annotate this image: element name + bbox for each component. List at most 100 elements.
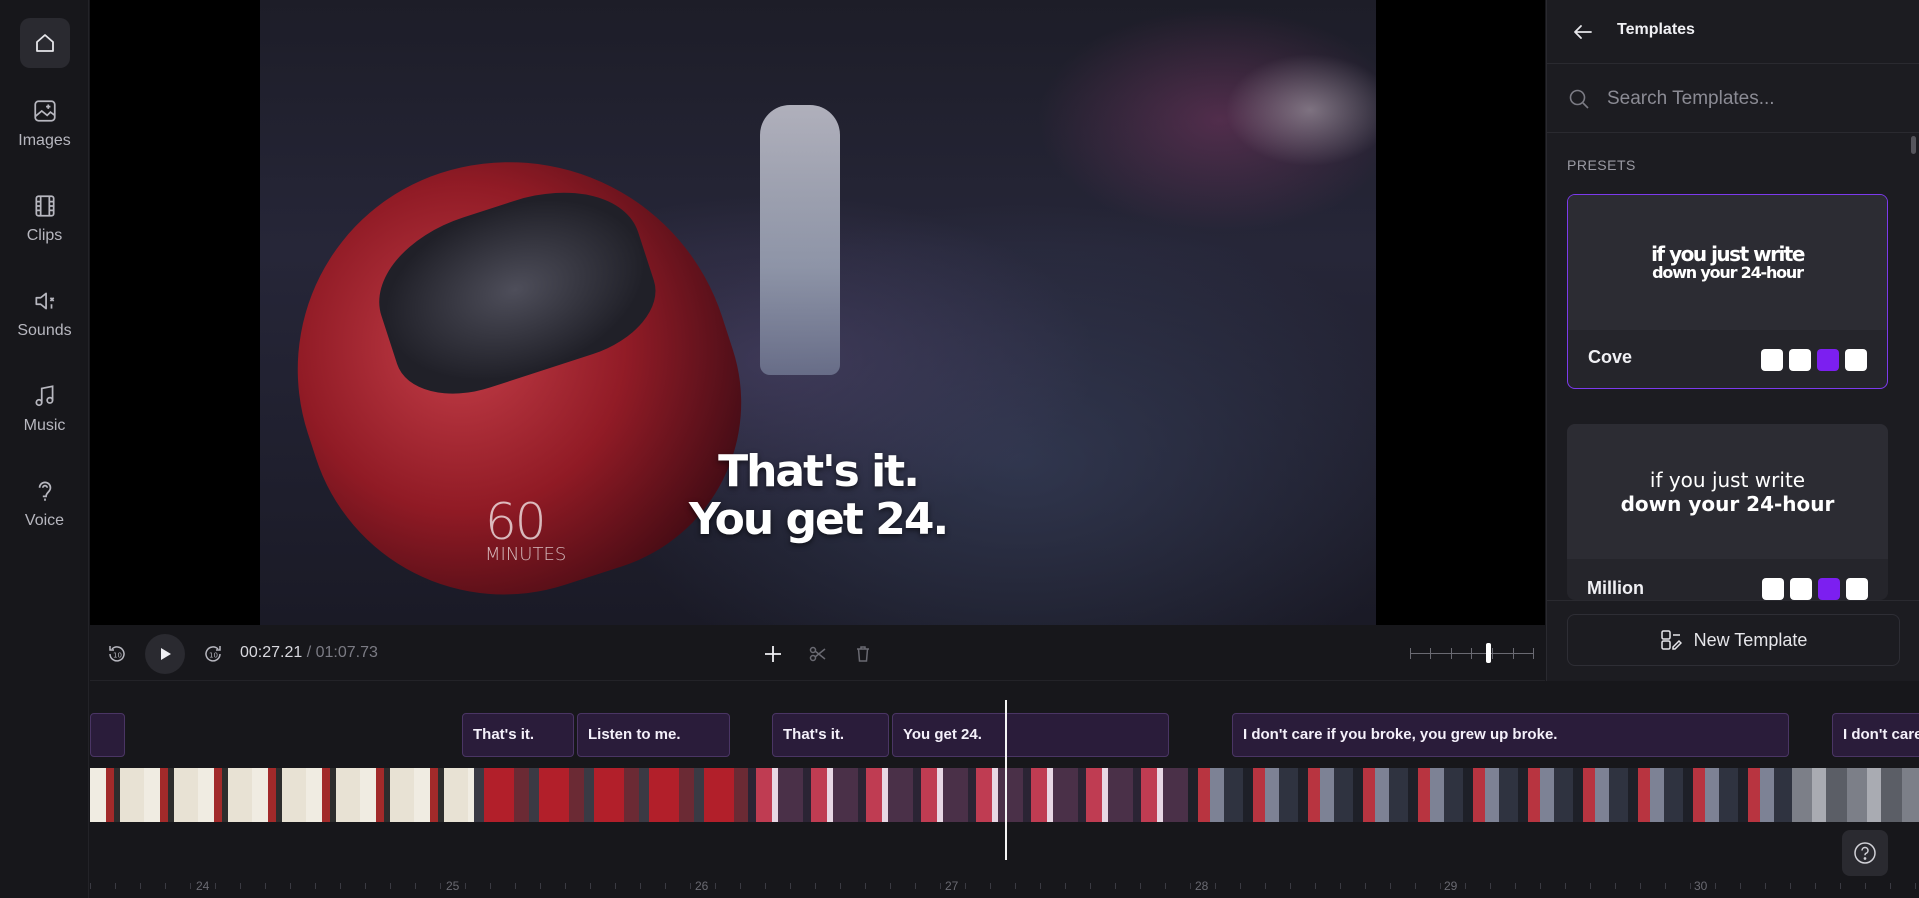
ruler-label: 26 [695,879,709,893]
caption-line-1: That's it. [718,446,920,497]
new-template-icon [1660,630,1682,650]
preset-preview-line-1: if you just write [1651,241,1805,266]
music-icon [34,385,53,407]
sidebar-item-voice[interactable]: Voice [0,478,89,530]
arrow-left-icon [1574,25,1592,39]
color-swatch [1789,349,1811,371]
preset-card-cove[interactable]: if you just write down your 24-hour Cove [1567,194,1888,389]
play-button[interactable] [145,634,185,674]
color-swatch [1761,349,1783,371]
color-swatch [1846,578,1868,600]
left-sidebar: Images Clips Sounds Music Voice [0,0,89,898]
sidebar-item-label: Images [18,132,71,149]
ruler-label: 25 [446,879,460,893]
sidebar-item-clips[interactable]: Clips [0,193,89,245]
forward-10-button[interactable]: 10 [200,641,226,667]
playhead[interactable] [1005,700,1007,860]
video-preview[interactable]: 60 MINUTES That's it. You get 24. [90,0,1545,625]
trash-icon [857,646,869,662]
forward-10-icon: 10 [205,646,221,662]
svg-text:10: 10 [113,652,122,660]
current-time: 00:27.21 [240,644,303,661]
rewind-10-button[interactable]: 10 [104,641,130,667]
preset-name: Million [1587,578,1644,598]
plus-icon [765,646,781,662]
video-person-shape [760,105,840,375]
preset-preview-line-1: if you just write [1649,467,1806,492]
caption-clip[interactable]: You get 24. [892,713,1169,757]
sidebar-item-music[interactable]: Music [0,383,89,435]
video-frame: 60 MINUTES That's it. You get 24. [260,0,1376,625]
preset-preview-line-2: down your 24-hour [1620,491,1835,516]
ruler-label: 30 [1694,879,1708,893]
watermark-logo-word: MINUTES [485,544,567,565]
color-swatch [1790,578,1812,600]
panel-divider [1547,600,1919,601]
ruler-label: 28 [1195,879,1209,893]
home-icon [36,34,54,52]
image-icon [33,100,56,122]
microphone-icon [38,481,51,501]
caption-clip[interactable] [90,713,125,757]
preset-swatches [1761,349,1867,371]
new-template-button[interactable]: New Template [1567,614,1900,666]
color-swatch [1845,349,1867,371]
home-button[interactable] [20,18,70,68]
caption-clip[interactable]: That's it. [772,713,889,757]
delete-button[interactable] [850,641,876,667]
rewind-10-icon: 10 [109,646,125,662]
video-clip-track[interactable] [1188,768,1792,822]
timeline-ruler[interactable] [90,883,1919,889]
video-clip-track[interactable] [1792,768,1919,822]
svg-text:10: 10 [209,652,218,660]
sidebar-item-images[interactable]: Images [0,98,89,150]
preset-preview: if you just write down your 24-hour [1567,424,1888,559]
panel-scrollbar[interactable] [1911,136,1916,154]
video-clip-track[interactable] [90,768,474,822]
preset-preview-line-2: down your 24-hour [1652,262,1804,282]
zoom-slider-handle[interactable] [1486,643,1491,663]
help-button[interactable] [1842,830,1888,876]
panel-header: Templates [1547,0,1919,64]
back-button[interactable] [1569,18,1597,46]
sidebar-item-label: Voice [24,512,65,529]
caption-line-2: You get 24. [688,494,949,545]
color-swatch [1818,578,1840,600]
sidebar-item-label: Music [23,417,66,434]
sound-icon [34,292,54,310]
scissors-icon [809,646,826,662]
color-swatch [1817,349,1839,371]
caption-clip[interactable]: I don't care [1832,713,1919,757]
section-label: PRESETS [1567,157,1636,173]
add-button[interactable] [760,641,786,667]
caption-clip[interactable]: That's it. [462,713,574,757]
new-template-label: New Template [1693,629,1808,650]
preset-name: Cove [1588,347,1633,367]
preset-card-million[interactable]: if you just write down your 24-hour Mill… [1567,424,1888,600]
sidebar-item-label: Sounds [17,322,72,339]
template-search [1547,65,1919,133]
timeline[interactable]: That's it. Listen to me. That's it. You … [90,682,1919,898]
help-icon [1854,842,1876,864]
search-input[interactable] [1607,85,1897,113]
playback-time: 00:27.21 / 01:07.73 [240,644,378,662]
caption-clip[interactable]: Listen to me. [577,713,730,757]
split-button[interactable] [805,641,831,667]
caption-clip[interactable]: I don't care if you broke, you grew up b… [1232,713,1789,757]
zoom-slider-track[interactable] [1410,648,1534,659]
search-icon [1569,89,1589,109]
play-icon [161,648,171,660]
sidebar-item-sounds[interactable]: Sounds [0,288,89,340]
color-swatch [1762,578,1784,600]
templates-panel: Templates PRESETS if you just write down… [1546,0,1919,681]
panel-title: Templates [1617,21,1695,38]
video-clip-track[interactable] [474,768,748,822]
preset-swatches [1762,578,1868,600]
player-controls: 10 10 00:27.21 / 01:07.73 [90,626,1545,681]
video-clip-track[interactable] [748,768,1188,822]
preset-preview: if you just write down your 24-hour [1568,195,1887,330]
ruler-label: 24 [196,879,210,893]
video-caption-overlay[interactable]: That's it. You get 24. [260,448,1376,544]
ruler-label: 27 [945,879,959,893]
film-icon [34,195,55,217]
